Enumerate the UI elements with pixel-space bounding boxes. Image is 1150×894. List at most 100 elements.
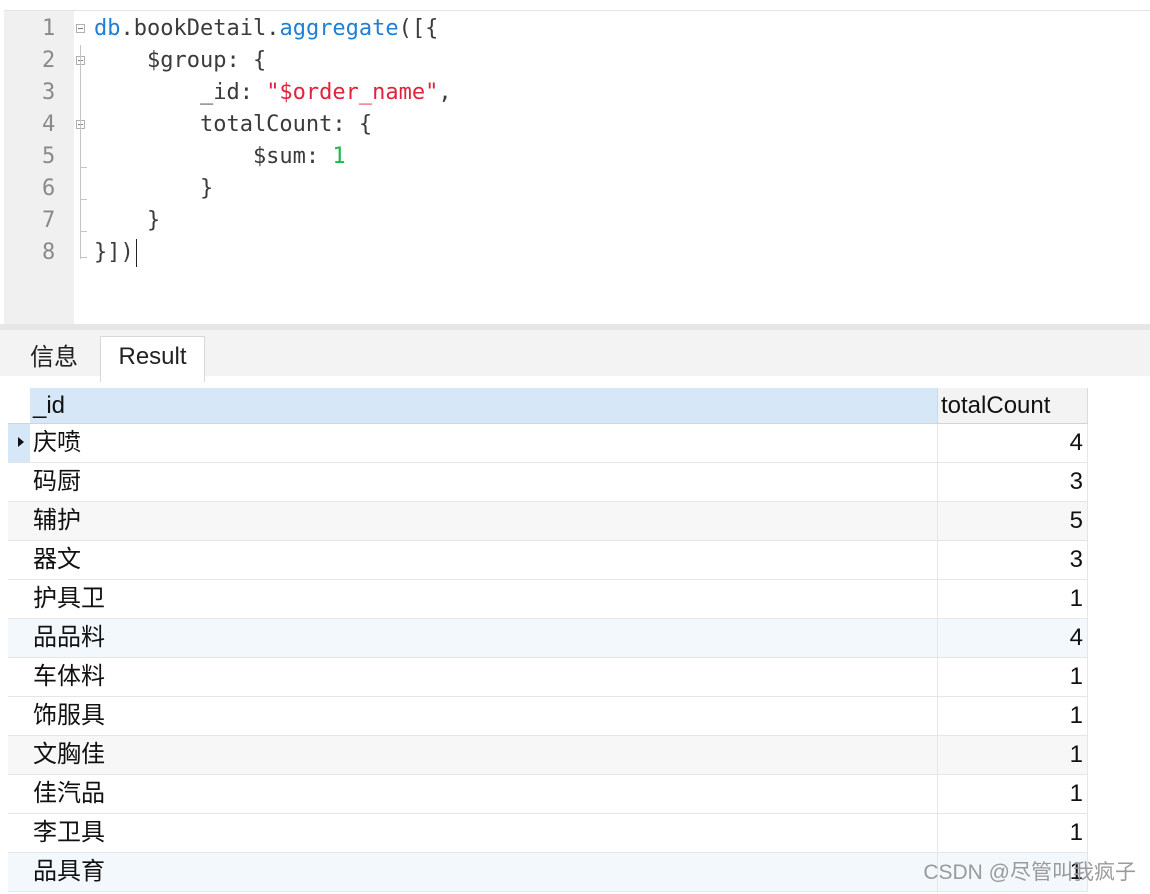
code-token: _id: <box>94 80 267 105</box>
cell-id[interactable]: 辅护 <box>30 502 938 540</box>
line-number: 7 <box>42 208 56 233</box>
table-row[interactable]: 车体料 1 <box>8 658 1088 697</box>
cell-totalcount[interactable]: 1 <box>938 697 1088 735</box>
line-number: 6 <box>42 176 56 201</box>
code-line: 4 totalCount: { <box>4 109 1150 141</box>
row-selector[interactable] <box>8 541 30 579</box>
code-token: 1 <box>332 144 346 169</box>
code-text: }]) <box>94 237 137 269</box>
table-row[interactable]: 辅护 5 <box>8 502 1088 541</box>
cell-totalcount[interactable]: 4 <box>938 619 1088 657</box>
table-row[interactable]: 品品料 4 <box>8 619 1088 658</box>
cell-id[interactable]: 庆喷 <box>30 424 938 462</box>
row-selector[interactable] <box>8 619 30 657</box>
cell-id[interactable]: 品具育 <box>30 853 938 891</box>
grid-rows: 庆喷 4 码厨 3 辅护 5 器文 3 护具卫 1 品品料 4 车体料 1 饰服具 1 文胸佳 1 佳汽品 1 李卫具 1… <box>8 424 1088 892</box>
column-header-totalcount[interactable]: totalCount <box>938 388 1088 423</box>
code-text: } <box>94 173 213 205</box>
table-row[interactable]: 庆喷 4 <box>8 424 1088 463</box>
table-row[interactable]: 李卫具 1 <box>8 814 1088 853</box>
tab-info[interactable]: 信息 <box>8 338 100 378</box>
table-row[interactable]: 器文 3 <box>8 541 1088 580</box>
cell-id[interactable]: 文胸佳 <box>30 736 938 774</box>
code-token: .bookDetail. <box>120 16 280 41</box>
code-token: db <box>94 16 121 41</box>
cell-id[interactable]: 品品料 <box>30 619 938 657</box>
table-row[interactable]: 文胸佳 1 <box>8 736 1088 775</box>
cell-id[interactable]: 护具卫 <box>30 580 938 618</box>
line-number: 3 <box>42 80 56 105</box>
cell-id[interactable]: 佳汽品 <box>30 775 938 813</box>
cell-id[interactable]: 李卫具 <box>30 814 938 852</box>
table-row[interactable]: 佳汽品 1 <box>8 775 1088 814</box>
code-line: 7 } <box>4 205 1150 237</box>
fold-guide-line <box>80 45 81 259</box>
row-selector[interactable] <box>8 463 30 501</box>
cell-totalcount[interactable]: 3 <box>938 463 1088 501</box>
result-grid[interactable]: _id totalCount 庆喷 4 码厨 3 辅护 5 器文 3 护具卫 1 品品料 4 车体料 1 饰… <box>8 388 1088 892</box>
code-text: _id: "$order_name", <box>94 77 452 109</box>
grid-header: _id totalCount <box>8 388 1088 424</box>
code-line: 5 $sum: 1 <box>4 141 1150 173</box>
code-line: 2 $group: { <box>4 45 1150 77</box>
fold-end-marker <box>80 199 87 200</box>
tab-result[interactable]: Result <box>100 336 205 382</box>
fold-end-marker <box>80 257 87 258</box>
line-number: 5 <box>42 144 56 169</box>
cell-id[interactable]: 器文 <box>30 541 938 579</box>
code-token: }]) <box>94 240 134 265</box>
cell-id[interactable]: 饰服具 <box>30 697 938 735</box>
line-number: 8 <box>42 240 56 265</box>
cell-totalcount[interactable]: 1 <box>938 736 1088 774</box>
cell-totalcount[interactable]: 1 <box>938 658 1088 696</box>
code-text: $sum: 1 <box>94 141 346 173</box>
code-token: $sum: <box>94 144 333 169</box>
code-token: , <box>438 80 452 105</box>
cell-id[interactable]: 码厨 <box>30 463 938 501</box>
row-selector[interactable] <box>8 775 30 813</box>
watermark: CSDN @尽管叫我疯子 <box>923 861 1136 884</box>
fold-toggle-icon[interactable] <box>76 24 85 33</box>
table-row[interactable]: 码厨 3 <box>8 463 1088 502</box>
row-selector[interactable] <box>8 697 30 735</box>
cell-totalcount[interactable]: 3 <box>938 541 1088 579</box>
table-row[interactable]: 护具卫 1 <box>8 580 1088 619</box>
table-row[interactable]: 饰服具 1 <box>8 697 1088 736</box>
row-selector[interactable] <box>8 424 30 462</box>
line-number: 4 <box>42 112 56 137</box>
code-text: } <box>94 205 160 237</box>
row-selector[interactable] <box>8 853 30 891</box>
cell-totalcount[interactable]: 1 <box>938 580 1088 618</box>
cell-totalcount[interactable]: 4 <box>938 424 1088 462</box>
column-header-id[interactable]: _id <box>30 388 938 423</box>
code-text: db.bookDetail.aggregate([{ <box>94 13 438 45</box>
text-caret <box>135 239 137 267</box>
cell-totalcount[interactable]: 5 <box>938 502 1088 540</box>
cell-totalcount[interactable]: 1 <box>938 775 1088 813</box>
current-row-arrow-icon <box>18 437 24 447</box>
code-token: $group: { <box>94 48 267 73</box>
code-token: "$order_name" <box>266 80 439 105</box>
code-line: 8}]) <box>4 237 1150 269</box>
row-selector[interactable] <box>8 814 30 852</box>
code-token: } <box>94 208 161 233</box>
code-token: aggregate <box>279 16 399 41</box>
code-token: ([{ <box>398 16 439 41</box>
row-selector[interactable] <box>8 580 30 618</box>
cell-id[interactable]: 车体料 <box>30 658 938 696</box>
fold-end-marker <box>80 231 87 232</box>
code-editor[interactable]: 1 db.bookDetail.aggregate([{2 $group: {3 … <box>4 10 1150 325</box>
code-line: 1 db.bookDetail.aggregate([{ <box>4 13 1150 45</box>
line-number: 2 <box>42 48 56 73</box>
code-line: 6 } <box>4 173 1150 205</box>
row-selector[interactable] <box>8 502 30 540</box>
code-token: totalCount: { <box>94 112 373 137</box>
fold-end-marker <box>80 167 87 168</box>
row-selector[interactable] <box>8 658 30 696</box>
row-selector[interactable] <box>8 736 30 774</box>
result-tabs-bar: 信息 Result <box>0 324 1150 382</box>
cell-totalcount[interactable]: 1 <box>938 814 1088 852</box>
line-number: 1 <box>42 16 56 41</box>
code-line: 3 _id: "$order_name", <box>4 77 1150 109</box>
code-text: totalCount: { <box>94 109 372 141</box>
